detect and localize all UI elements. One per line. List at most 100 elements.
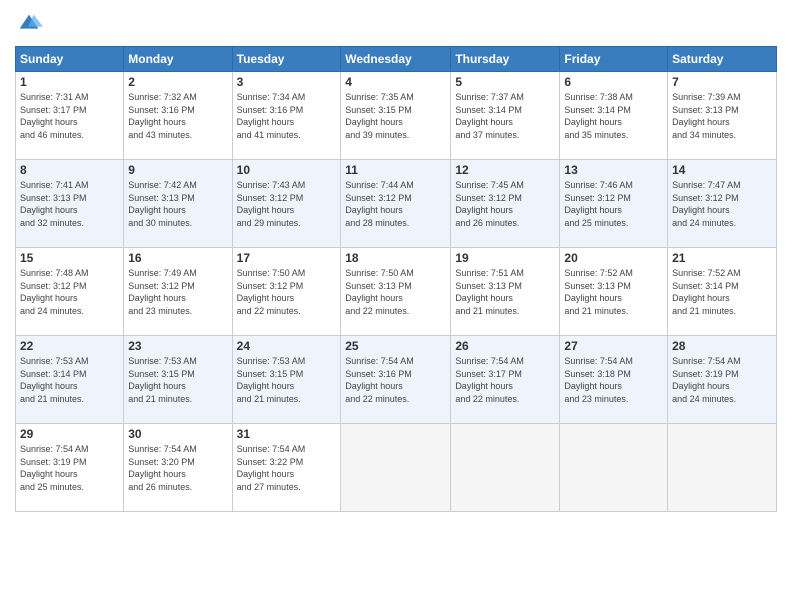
calendar-cell: 5 Sunrise: 7:37 AM Sunset: 3:14 PM Dayli…	[451, 72, 560, 160]
day-number: 6	[564, 75, 663, 89]
column-header-wednesday: Wednesday	[341, 47, 451, 72]
day-info: Sunrise: 7:48 AM Sunset: 3:12 PM Dayligh…	[20, 267, 119, 317]
day-number: 26	[455, 339, 555, 353]
day-number: 27	[564, 339, 663, 353]
day-number: 17	[237, 251, 337, 265]
day-info: Sunrise: 7:31 AM Sunset: 3:17 PM Dayligh…	[20, 91, 119, 141]
calendar-cell	[560, 424, 668, 512]
day-info: Sunrise: 7:44 AM Sunset: 3:12 PM Dayligh…	[345, 179, 446, 229]
week-row-5: 29 Sunrise: 7:54 AM Sunset: 3:19 PM Dayl…	[16, 424, 777, 512]
calendar-cell: 21 Sunrise: 7:52 AM Sunset: 3:14 PM Dayl…	[668, 248, 777, 336]
day-info: Sunrise: 7:45 AM Sunset: 3:12 PM Dayligh…	[455, 179, 555, 229]
day-number: 20	[564, 251, 663, 265]
calendar-cell: 29 Sunrise: 7:54 AM Sunset: 3:19 PM Dayl…	[16, 424, 124, 512]
day-info: Sunrise: 7:49 AM Sunset: 3:12 PM Dayligh…	[128, 267, 227, 317]
day-number: 15	[20, 251, 119, 265]
day-info: Sunrise: 7:42 AM Sunset: 3:13 PM Dayligh…	[128, 179, 227, 229]
column-header-thursday: Thursday	[451, 47, 560, 72]
calendar-cell: 30 Sunrise: 7:54 AM Sunset: 3:20 PM Dayl…	[124, 424, 232, 512]
calendar-cell: 28 Sunrise: 7:54 AM Sunset: 3:19 PM Dayl…	[668, 336, 777, 424]
day-number: 22	[20, 339, 119, 353]
calendar-cell: 1 Sunrise: 7:31 AM Sunset: 3:17 PM Dayli…	[16, 72, 124, 160]
calendar-cell: 18 Sunrise: 7:50 AM Sunset: 3:13 PM Dayl…	[341, 248, 451, 336]
week-row-2: 8 Sunrise: 7:41 AM Sunset: 3:13 PM Dayli…	[16, 160, 777, 248]
day-info: Sunrise: 7:54 AM Sunset: 3:18 PM Dayligh…	[564, 355, 663, 405]
day-number: 19	[455, 251, 555, 265]
logo	[15, 10, 47, 38]
column-header-tuesday: Tuesday	[232, 47, 341, 72]
day-info: Sunrise: 7:35 AM Sunset: 3:15 PM Dayligh…	[345, 91, 446, 141]
day-number: 8	[20, 163, 119, 177]
calendar-cell: 22 Sunrise: 7:53 AM Sunset: 3:14 PM Dayl…	[16, 336, 124, 424]
calendar-cell: 17 Sunrise: 7:50 AM Sunset: 3:12 PM Dayl…	[232, 248, 341, 336]
calendar-cell: 23 Sunrise: 7:53 AM Sunset: 3:15 PM Dayl…	[124, 336, 232, 424]
day-info: Sunrise: 7:38 AM Sunset: 3:14 PM Dayligh…	[564, 91, 663, 141]
calendar-header: SundayMondayTuesdayWednesdayThursdayFrid…	[16, 47, 777, 72]
calendar-cell: 14 Sunrise: 7:47 AM Sunset: 3:12 PM Dayl…	[668, 160, 777, 248]
week-row-3: 15 Sunrise: 7:48 AM Sunset: 3:12 PM Dayl…	[16, 248, 777, 336]
calendar-container: SundayMondayTuesdayWednesdayThursdayFrid…	[0, 0, 792, 612]
calendar-cell: 12 Sunrise: 7:45 AM Sunset: 3:12 PM Dayl…	[451, 160, 560, 248]
day-number: 24	[237, 339, 337, 353]
calendar-cell	[668, 424, 777, 512]
day-info: Sunrise: 7:53 AM Sunset: 3:15 PM Dayligh…	[128, 355, 227, 405]
day-number: 4	[345, 75, 446, 89]
calendar-cell: 26 Sunrise: 7:54 AM Sunset: 3:17 PM Dayl…	[451, 336, 560, 424]
column-header-saturday: Saturday	[668, 47, 777, 72]
calendar-cell: 6 Sunrise: 7:38 AM Sunset: 3:14 PM Dayli…	[560, 72, 668, 160]
calendar-cell: 27 Sunrise: 7:54 AM Sunset: 3:18 PM Dayl…	[560, 336, 668, 424]
day-info: Sunrise: 7:54 AM Sunset: 3:17 PM Dayligh…	[455, 355, 555, 405]
calendar-cell	[341, 424, 451, 512]
day-info: Sunrise: 7:53 AM Sunset: 3:15 PM Dayligh…	[237, 355, 337, 405]
week-row-1: 1 Sunrise: 7:31 AM Sunset: 3:17 PM Dayli…	[16, 72, 777, 160]
day-info: Sunrise: 7:50 AM Sunset: 3:12 PM Dayligh…	[237, 267, 337, 317]
day-number: 21	[672, 251, 772, 265]
day-number: 25	[345, 339, 446, 353]
calendar-cell: 3 Sunrise: 7:34 AM Sunset: 3:16 PM Dayli…	[232, 72, 341, 160]
calendar-cell: 31 Sunrise: 7:54 AM Sunset: 3:22 PM Dayl…	[232, 424, 341, 512]
day-info: Sunrise: 7:54 AM Sunset: 3:19 PM Dayligh…	[672, 355, 772, 405]
column-header-monday: Monday	[124, 47, 232, 72]
calendar-cell: 20 Sunrise: 7:52 AM Sunset: 3:13 PM Dayl…	[560, 248, 668, 336]
calendar-cell: 16 Sunrise: 7:49 AM Sunset: 3:12 PM Dayl…	[124, 248, 232, 336]
day-info: Sunrise: 7:51 AM Sunset: 3:13 PM Dayligh…	[455, 267, 555, 317]
day-info: Sunrise: 7:47 AM Sunset: 3:12 PM Dayligh…	[672, 179, 772, 229]
calendar-cell: 13 Sunrise: 7:46 AM Sunset: 3:12 PM Dayl…	[560, 160, 668, 248]
day-number: 13	[564, 163, 663, 177]
day-info: Sunrise: 7:52 AM Sunset: 3:14 PM Dayligh…	[672, 267, 772, 317]
day-number: 7	[672, 75, 772, 89]
calendar-cell: 25 Sunrise: 7:54 AM Sunset: 3:16 PM Dayl…	[341, 336, 451, 424]
day-info: Sunrise: 7:37 AM Sunset: 3:14 PM Dayligh…	[455, 91, 555, 141]
day-number: 2	[128, 75, 227, 89]
calendar-cell: 7 Sunrise: 7:39 AM Sunset: 3:13 PM Dayli…	[668, 72, 777, 160]
day-number: 28	[672, 339, 772, 353]
day-info: Sunrise: 7:34 AM Sunset: 3:16 PM Dayligh…	[237, 91, 337, 141]
day-number: 29	[20, 427, 119, 441]
calendar-cell: 11 Sunrise: 7:44 AM Sunset: 3:12 PM Dayl…	[341, 160, 451, 248]
day-info: Sunrise: 7:53 AM Sunset: 3:14 PM Dayligh…	[20, 355, 119, 405]
day-number: 3	[237, 75, 337, 89]
column-header-sunday: Sunday	[16, 47, 124, 72]
day-info: Sunrise: 7:39 AM Sunset: 3:13 PM Dayligh…	[672, 91, 772, 141]
day-number: 9	[128, 163, 227, 177]
calendar-cell: 4 Sunrise: 7:35 AM Sunset: 3:15 PM Dayli…	[341, 72, 451, 160]
day-number: 5	[455, 75, 555, 89]
day-number: 11	[345, 163, 446, 177]
calendar-cell: 19 Sunrise: 7:51 AM Sunset: 3:13 PM Dayl…	[451, 248, 560, 336]
day-info: Sunrise: 7:43 AM Sunset: 3:12 PM Dayligh…	[237, 179, 337, 229]
calendar-cell	[451, 424, 560, 512]
calendar-cell: 9 Sunrise: 7:42 AM Sunset: 3:13 PM Dayli…	[124, 160, 232, 248]
day-number: 12	[455, 163, 555, 177]
calendar-cell: 15 Sunrise: 7:48 AM Sunset: 3:12 PM Dayl…	[16, 248, 124, 336]
day-number: 30	[128, 427, 227, 441]
day-info: Sunrise: 7:41 AM Sunset: 3:13 PM Dayligh…	[20, 179, 119, 229]
logo-icon	[15, 10, 43, 38]
column-header-friday: Friday	[560, 47, 668, 72]
day-number: 10	[237, 163, 337, 177]
day-info: Sunrise: 7:54 AM Sunset: 3:20 PM Dayligh…	[128, 443, 227, 493]
calendar-cell: 24 Sunrise: 7:53 AM Sunset: 3:15 PM Dayl…	[232, 336, 341, 424]
day-number: 18	[345, 251, 446, 265]
day-info: Sunrise: 7:54 AM Sunset: 3:22 PM Dayligh…	[237, 443, 337, 493]
calendar-cell: 8 Sunrise: 7:41 AM Sunset: 3:13 PM Dayli…	[16, 160, 124, 248]
day-info: Sunrise: 7:46 AM Sunset: 3:12 PM Dayligh…	[564, 179, 663, 229]
